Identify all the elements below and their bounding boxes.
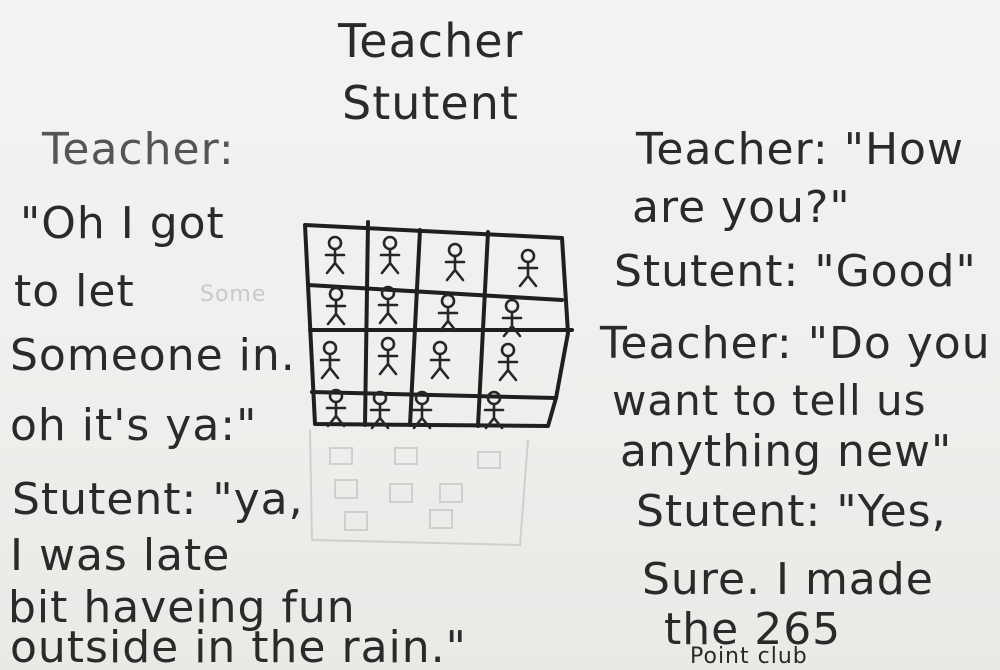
stick-figure-body bbox=[377, 348, 399, 376]
stick-figure-body bbox=[497, 354, 519, 382]
stick-figure-body bbox=[379, 247, 401, 275]
stick-figure-head bbox=[447, 242, 463, 258]
stick-figure-head bbox=[322, 340, 338, 356]
stick-figure bbox=[429, 340, 451, 380]
stick-figure bbox=[379, 235, 401, 275]
stick-figure bbox=[437, 293, 459, 333]
stick-figure bbox=[324, 235, 346, 275]
stick-figure-head bbox=[382, 235, 398, 251]
stick-figures bbox=[319, 235, 539, 430]
stick-figure bbox=[319, 340, 341, 380]
stick-figure bbox=[377, 285, 399, 325]
stick-figure-body bbox=[377, 297, 399, 325]
stick-figure bbox=[325, 388, 347, 428]
stick-figure-head bbox=[432, 340, 448, 356]
stick-figure-body bbox=[501, 310, 523, 338]
index-card: Teacher Stutent Teacher: "Oh I got to le… bbox=[0, 0, 1000, 670]
stick-figure-body bbox=[325, 298, 347, 326]
stick-figure-body bbox=[444, 254, 466, 282]
stick-figure bbox=[411, 390, 433, 430]
stick-figure-body bbox=[517, 260, 539, 288]
stick-figure-head bbox=[327, 235, 343, 251]
stick-figure bbox=[444, 242, 466, 282]
stick-figure bbox=[325, 286, 347, 326]
stick-figure-body bbox=[437, 305, 459, 333]
stick-figure-body bbox=[319, 352, 341, 380]
classroom-drawing bbox=[303, 220, 574, 547]
stick-figure-head bbox=[500, 342, 516, 358]
stick-figure bbox=[377, 336, 399, 376]
stick-figure-head bbox=[504, 298, 520, 314]
stick-figure-head bbox=[328, 286, 344, 302]
stick-figure-head bbox=[440, 293, 456, 309]
stick-figure-body bbox=[324, 247, 346, 275]
stick-figure bbox=[497, 342, 519, 382]
erased-building bbox=[309, 429, 529, 547]
stick-figure-head bbox=[520, 248, 536, 264]
stick-figure bbox=[517, 248, 539, 288]
stick-figure-body bbox=[429, 352, 451, 380]
stick-figure-head bbox=[380, 336, 396, 352]
